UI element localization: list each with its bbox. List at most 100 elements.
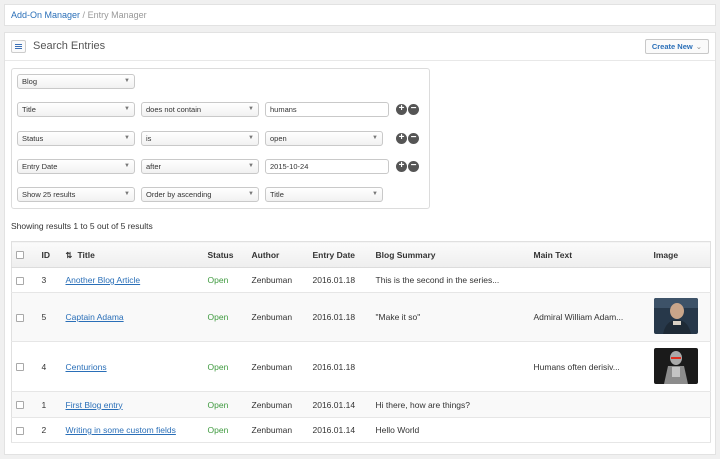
entry-main-text xyxy=(529,417,650,443)
entry-title-link[interactable]: Centurions xyxy=(66,362,107,372)
entry-blog-summary xyxy=(371,341,530,392)
filter-field-select-status[interactable]: Status ▼ xyxy=(17,130,135,146)
entry-main-text xyxy=(529,391,650,418)
entry-title-link[interactable]: Writing in some custom fields xyxy=(66,425,176,435)
add-filter-icon[interactable]: + xyxy=(396,132,407,144)
breadcrumb: Add-On Manager / Entry Manager xyxy=(4,4,716,26)
filter-field-select-title[interactable]: Title ▼ xyxy=(17,102,135,117)
row-checkbox[interactable] xyxy=(16,363,24,372)
breadcrumb-separator: / xyxy=(80,10,88,20)
status-badge: Open xyxy=(203,341,248,392)
table-row: 2 Writing in some custom fields Open Zen… xyxy=(11,417,711,443)
select-arrow-icon: ▼ xyxy=(372,134,378,141)
entry-author: Zenbuman xyxy=(247,267,309,293)
entry-id: 3 xyxy=(37,267,62,293)
entry-image-thumbnail[interactable] xyxy=(653,347,698,384)
filter-operator-select[interactable]: after ▼ xyxy=(141,159,259,174)
entries-table: ID ⇅ Title Status Author Entry Date Blog … xyxy=(11,241,711,443)
remove-filter-icon[interactable]: − xyxy=(408,161,419,172)
status-badge: Open xyxy=(203,292,248,342)
chevron-down-icon: ⌄ xyxy=(695,42,702,51)
entry-main-text xyxy=(529,267,650,293)
limit-select[interactable]: Show 25 results ▼ xyxy=(17,187,135,202)
entry-author: Zenbuman xyxy=(247,292,309,342)
filter-operator-select[interactable]: is ▼ xyxy=(141,130,259,146)
select-arrow-icon: ▼ xyxy=(372,191,378,197)
select-arrow-icon: ▼ xyxy=(124,106,130,112)
status-badge: Open xyxy=(203,391,248,418)
select-arrow-icon: ▼ xyxy=(124,163,130,169)
table-row: 1 First Blog entry Open Zenbuman 2016.01… xyxy=(11,391,711,418)
table-header-row: ID ⇅ Title Status Author Entry Date Blog … xyxy=(11,241,711,268)
entry-title-link[interactable]: Captain Adama xyxy=(66,312,124,322)
row-checkbox[interactable] xyxy=(16,401,24,410)
select-all-checkbox[interactable] xyxy=(16,251,24,260)
breadcrumb-root-link[interactable]: Add-On Manager / Entry Manager xyxy=(11,10,147,20)
column-header-status[interactable]: Status xyxy=(203,241,248,268)
breadcrumb-current: Entry Manager xyxy=(87,10,147,20)
row-checkbox[interactable] xyxy=(16,276,24,285)
filter-value-select[interactable]: open ▼ xyxy=(265,130,383,146)
select-arrow-icon: ▼ xyxy=(248,106,254,112)
status-badge: Open xyxy=(203,417,248,443)
column-header-main-text[interactable]: Main Text xyxy=(529,241,650,268)
select-arrow-icon: ▼ xyxy=(124,78,130,84)
entry-date: 2016.01.14 xyxy=(308,391,372,418)
select-arrow-icon: ▼ xyxy=(248,134,254,141)
filter-field-select-entry-date[interactable]: Entry Date ▼ xyxy=(17,159,135,174)
entry-id: 4 xyxy=(37,341,62,392)
entry-blog-summary: This is the second in the series... xyxy=(371,267,530,293)
list-icon xyxy=(15,44,22,45)
menu-toggle-button[interactable] xyxy=(11,40,26,53)
entry-id: 5 xyxy=(37,292,62,342)
column-header-entry-date[interactable]: Entry Date xyxy=(308,241,372,268)
page-title: Search Entries xyxy=(33,40,106,52)
orderby-select[interactable]: Title ▼ xyxy=(265,187,383,202)
entry-title-link[interactable]: First Blog entry xyxy=(66,400,123,410)
filter-value-input[interactable]: humans xyxy=(265,102,389,117)
column-header-blog-summary[interactable]: Blog Summary xyxy=(371,241,530,268)
add-filter-icon[interactable]: + xyxy=(396,161,407,172)
entry-date: 2016.01.18 xyxy=(308,267,372,293)
column-header-title[interactable]: ⇅ Title xyxy=(61,241,204,268)
entry-main-text: Humans often derisiv... xyxy=(529,341,650,392)
results-count: Showing results 1 to 5 out of 5 results xyxy=(11,221,153,231)
entry-id: 1 xyxy=(37,391,62,418)
select-arrow-icon: ▼ xyxy=(124,134,130,141)
entry-title-link[interactable]: Another Blog Article xyxy=(66,275,141,285)
filter-operator-select[interactable]: does not contain ▼ xyxy=(141,102,259,117)
sort-icon: ⇅ xyxy=(65,250,73,260)
entry-blog-summary: Hi there, how are things? xyxy=(371,391,530,418)
row-checkbox[interactable] xyxy=(16,426,24,435)
select-arrow-icon: ▼ xyxy=(248,191,254,197)
table-row: 4 Centurions Open Zenbuman 2016.01.18 Hu… xyxy=(11,341,711,392)
search-panel: Search Entries Create New ⌄ Blog ▼ Title ▼ d… xyxy=(4,32,716,455)
channel-select[interactable]: Blog ▼ xyxy=(17,74,135,89)
entry-blog-summary: "Make it so" xyxy=(371,292,530,342)
entry-date: 2016.01.18 xyxy=(308,341,372,392)
row-checkbox[interactable] xyxy=(16,313,24,322)
remove-filter-icon[interactable]: − xyxy=(408,132,419,144)
filter-box: Blog ▼ Title ▼ does not contain ▼ humans + − Sta… xyxy=(11,68,430,209)
entry-date: 2016.01.18 xyxy=(308,292,372,342)
entry-author: Zenbuman xyxy=(247,391,309,418)
add-filter-icon[interactable]: + xyxy=(396,104,407,115)
entry-author: Zenbuman xyxy=(247,341,309,392)
entry-image-thumbnail[interactable] xyxy=(653,298,698,334)
select-arrow-icon: ▼ xyxy=(248,163,254,169)
entry-id: 2 xyxy=(37,417,62,443)
select-arrow-icon: ▼ xyxy=(124,191,130,197)
entry-date: 2016.01.14 xyxy=(308,417,372,443)
entry-main-text: Admiral William Adam... xyxy=(529,292,650,342)
table-row: 5 Captain Adama Open Zenbuman 2016.01.18… xyxy=(11,292,711,342)
table-row: 3 Another Blog Article Open Zenbuman 201… xyxy=(11,267,711,293)
column-header-image[interactable]: Image xyxy=(649,241,711,268)
column-header-author[interactable]: Author xyxy=(247,241,309,268)
create-new-button[interactable]: Create New ⌄ xyxy=(644,39,709,54)
order-select[interactable]: Order by ascending ▼ xyxy=(141,187,259,202)
remove-filter-icon[interactable]: − xyxy=(408,104,419,115)
column-header-id[interactable]: ID xyxy=(37,241,62,268)
filter-value-input[interactable]: 2015-10-24 xyxy=(265,159,389,174)
panel-header: Search Entries Create New ⌄ xyxy=(5,33,715,61)
entry-author: Zenbuman xyxy=(247,417,309,443)
